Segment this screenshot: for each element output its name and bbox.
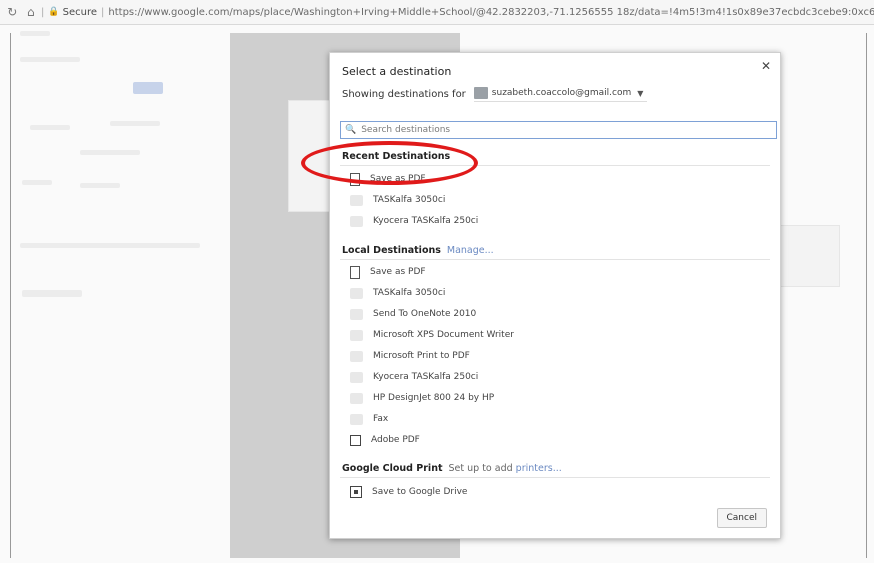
local-item-adobe-pdf[interactable]: Adobe PDF xyxy=(350,431,420,449)
local-item-save-as-pdf[interactable]: Save as PDF xyxy=(350,263,426,281)
manage-link[interactable]: Manage... xyxy=(447,245,494,256)
local-item-fax[interactable]: Fax xyxy=(350,410,388,428)
avatar xyxy=(473,87,488,99)
divider: | xyxy=(41,6,45,18)
list-item-label: TASKalfa 3050ci xyxy=(373,195,446,205)
setup-text-label: Set up to add xyxy=(448,463,513,474)
printer-icon xyxy=(350,194,363,206)
pdf-printer-icon xyxy=(350,434,361,446)
lock-icon: 🔒 xyxy=(48,7,60,17)
ghost-text xyxy=(80,183,120,188)
red-annotation-ellipse xyxy=(301,141,478,185)
showing-label: Showing destinations for xyxy=(342,89,466,100)
document-icon xyxy=(350,265,360,279)
search-icon: 🔍 xyxy=(345,125,357,135)
divider xyxy=(340,477,770,478)
dialog-title: Select a destination xyxy=(342,65,452,78)
list-item-label: Kyocera TASKalfa 250ci xyxy=(373,372,479,382)
ghost-text xyxy=(22,180,52,185)
list-item-label: TASKalfa 3050ci xyxy=(373,288,446,298)
search-destinations-input[interactable]: 🔍 Search destinations xyxy=(340,121,777,139)
list-item-label: Microsoft Print to PDF xyxy=(373,351,470,361)
cloud-heading-text: Google Cloud Print xyxy=(342,463,443,474)
ghost-text xyxy=(22,290,82,297)
list-item-label: Adobe PDF xyxy=(371,435,420,445)
account-select[interactable]: suzabeth.coaccolo@gmail.com ▼ xyxy=(473,87,648,102)
cloud-print-heading: Google Cloud Print Set up to add printers… xyxy=(342,463,562,474)
local-item-send-to-onenote[interactable]: Send To OneNote 2010 xyxy=(350,305,476,323)
recent-item-kyocera-250ci[interactable]: Kyocera TASKalfa 250ci xyxy=(350,212,478,230)
page-frame-right xyxy=(866,33,867,558)
printer-icon xyxy=(350,329,363,341)
search-placeholder: Search destinations xyxy=(361,125,451,135)
showing-destinations-row: Showing destinations for suzabeth.coacco… xyxy=(342,87,648,102)
ghost-text xyxy=(20,243,200,248)
local-item-kyocera-250ci[interactable]: Kyocera TASKalfa 250ci xyxy=(350,368,478,386)
local-item-xps-writer[interactable]: Microsoft XPS Document Writer xyxy=(350,326,514,344)
printer-icon xyxy=(350,308,363,320)
printer-icon xyxy=(350,287,363,299)
ghost-button xyxy=(133,82,163,94)
list-item-label: HP DesignJet 800 24 by HP xyxy=(373,393,495,403)
ghost-text xyxy=(20,31,50,36)
divider xyxy=(340,259,770,260)
close-icon[interactable]: ✕ xyxy=(761,59,771,73)
printer-icon xyxy=(350,350,363,362)
account-email: suzabeth.coaccolo@gmail.com xyxy=(491,88,632,98)
secure-label: Secure xyxy=(62,6,98,18)
cloud-item-google-drive[interactable]: Save to Google Drive xyxy=(350,483,467,501)
list-item-label: Save to Google Drive xyxy=(372,487,468,497)
chevron-down-icon: ▼ xyxy=(637,88,644,98)
local-heading-text: Local Destinations xyxy=(342,245,441,256)
cancel-button[interactable]: Cancel xyxy=(716,508,767,528)
ghost-box xyxy=(778,225,840,287)
list-item-label: Microsoft XPS Document Writer xyxy=(373,330,514,340)
printer-icon xyxy=(350,215,363,227)
printers-link[interactable]: printers... xyxy=(516,463,562,474)
divider: | xyxy=(101,6,105,18)
reload-icon[interactable]: ↻ xyxy=(6,5,19,19)
ghost-text xyxy=(20,57,80,62)
printer-icon xyxy=(350,392,363,404)
ghost-text xyxy=(80,150,140,155)
select-destination-dialog: Select a destination ✕ Showing destinati… xyxy=(329,52,781,539)
local-item-ms-print-to-pdf[interactable]: Microsoft Print to PDF xyxy=(350,347,470,365)
page-frame-left xyxy=(10,33,11,558)
setup-text: Set up to add printers... xyxy=(449,463,562,474)
browser-address-bar: ↻ ⌂ | 🔒 Secure | https://www.google.com/… xyxy=(0,0,874,25)
local-item-hp-designjet[interactable]: HP DesignJet 800 24 by HP xyxy=(350,389,494,407)
url-field[interactable]: https://www.google.com/maps/place/Washin… xyxy=(108,7,874,18)
list-item-label: Send To OneNote 2010 xyxy=(373,309,477,319)
list-item-label: Fax xyxy=(373,414,389,424)
local-item-taskalfa-3050ci[interactable]: TASKalfa 3050ci xyxy=(350,284,445,302)
printer-icon xyxy=(350,371,363,383)
list-item-label: Save as PDF xyxy=(370,267,426,277)
ghost-text xyxy=(30,125,70,130)
printer-icon xyxy=(350,413,363,425)
list-item-label: Kyocera TASKalfa 250ci xyxy=(373,216,479,226)
home-icon[interactable]: ⌂ xyxy=(25,5,38,19)
local-destinations-heading: Local Destinations Manage... xyxy=(342,245,494,256)
drive-icon xyxy=(350,486,362,498)
recent-item-taskalfa-3050ci[interactable]: TASKalfa 3050ci xyxy=(350,191,445,209)
ghost-text xyxy=(110,121,160,126)
